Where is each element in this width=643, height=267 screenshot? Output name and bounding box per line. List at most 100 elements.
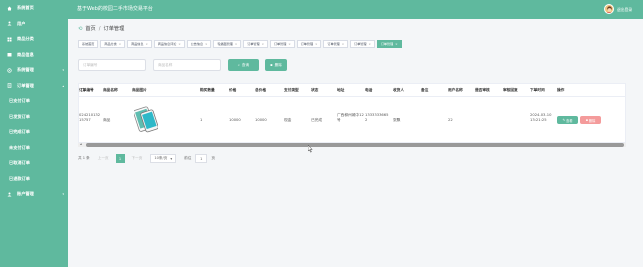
sidebar-item-account[interactable]: 账户管理 ▾ <box>0 187 68 203</box>
sidebar-subitem-label: 已退款订单 <box>9 175 30 181</box>
app-title: 基于Web的校园二手市场交易平台 <box>77 6 153 12</box>
sidebar-subitem-paid[interactable]: 已支付订单 <box>0 94 68 110</box>
close-icon[interactable]: × <box>395 41 397 47</box>
column-header: 状态 <box>311 88 319 92</box>
batch-delete-button[interactable]: ▪ 删除 <box>265 59 287 71</box>
column-header: 支付类型 <box>284 88 299 92</box>
close-icon[interactable]: × <box>342 41 344 47</box>
order-icon <box>6 83 12 89</box>
breadcrumb-home[interactable]: 首页 <box>85 25 95 32</box>
tab-home[interactable]: 系统首页 <box>78 40 99 48</box>
sidebar-item-category[interactable]: 商品分类 <box>0 32 68 48</box>
tab-label: 订单管理 <box>300 42 314 46</box>
page-unit-label: 页 <box>211 156 215 160</box>
page-size-value: 10条/页 <box>154 156 168 160</box>
cell-pay-type: 现金 <box>284 118 292 122</box>
close-icon[interactable]: × <box>205 41 207 47</box>
close-icon[interactable]: × <box>178 41 180 47</box>
prev-page-button[interactable]: 上一页 <box>96 154 111 163</box>
sidebar-item-user[interactable]: 用户 <box>0 16 68 32</box>
sidebar-subitem-unpaid[interactable]: 未支付订单 <box>0 140 68 156</box>
table-header: 订单编号 商品名称 商品图片 购买数量 价格 总价格 支付类型 状态 地址 电话… <box>79 84 625 97</box>
logout-link[interactable]: 退出登录 <box>617 7 632 13</box>
column-header: 电话 <box>365 88 373 92</box>
tab-orders[interactable]: 订单管理 × <box>323 40 349 48</box>
close-icon[interactable]: × <box>288 41 290 47</box>
sidebar-item-goods[interactable]: 商品信息 <box>0 47 68 63</box>
tab-carousel[interactable]: 轮播图管理 × <box>213 40 242 48</box>
close-icon[interactable]: × <box>369 41 371 47</box>
account-icon <box>6 192 12 197</box>
column-header: 下单时间 <box>530 88 545 92</box>
tab-notice[interactable]: 公告信息 × <box>186 40 212 48</box>
tab-label: 订单管理 <box>247 42 260 46</box>
mouse-cursor-icon <box>308 145 313 153</box>
goto-page-input[interactable]: 1 <box>195 154 208 163</box>
view-button[interactable]: ✎ 查看 <box>557 116 578 124</box>
sidebar-subitem-completed[interactable]: 已完成订单 <box>0 125 68 141</box>
sidebar-item-orders[interactable]: 订单管理 ▴ <box>0 78 68 94</box>
close-icon[interactable]: × <box>235 41 237 47</box>
sidebar-subitem-shipped[interactable]: 已发货订单 <box>0 109 68 125</box>
category-icon <box>6 37 12 42</box>
next-page-button[interactable]: 下一页 <box>130 154 145 163</box>
query-button[interactable]: ⌕ 查询 <box>228 59 259 71</box>
tab-orders[interactable]: 订单管理 × <box>243 40 268 48</box>
goods-name-input[interactable]: 商品名称 <box>153 59 221 71</box>
avatar[interactable] <box>604 4 614 14</box>
sidebar-item-label: 用户 <box>17 20 26 26</box>
cell-order-no: 024210132 15757 <box>79 113 101 122</box>
column-header: 地址 <box>337 88 345 92</box>
sidebar-item-label: 系统首页 <box>17 5 34 10</box>
close-icon[interactable]: × <box>119 41 121 47</box>
page-size-select[interactable]: 10条/页 ▾ <box>150 154 177 163</box>
tab-goods[interactable]: 商品信息 × <box>127 40 152 48</box>
cell-qty: 1 <box>200 118 203 122</box>
tab-label: 商品分类 <box>104 42 117 46</box>
pagination: 共 1 条 上一页 1 下一页 10条/页 ▾ 前往 1 页 <box>78 154 215 163</box>
search-bar: 订单编号 商品名称 ⌕ 查询 ▪ 删除 <box>78 59 287 71</box>
sidebar-subitem-cancelled[interactable]: 已取消订单 <box>0 156 68 172</box>
cell-user: 22 <box>448 118 453 122</box>
tab-orders[interactable]: 订单管理 × <box>296 40 322 48</box>
column-header: 操作 <box>557 88 565 92</box>
column-header: 备注 <box>421 88 429 92</box>
tab-orders[interactable]: 订单管理 × <box>269 40 295 48</box>
column-header: 审核回复 <box>503 88 518 92</box>
cell-status: 已完成 <box>311 118 323 122</box>
page-number[interactable]: 1 <box>115 154 125 163</box>
sidebar-item-home[interactable]: 系统首页 <box>0 0 68 16</box>
close-icon[interactable]: × <box>262 41 264 47</box>
column-header: 商品名称 <box>103 88 118 92</box>
total-count: 共 1 条 <box>78 156 90 160</box>
tab-orders-active[interactable]: 订单管理 × <box>376 40 402 48</box>
scroll-left-icon[interactable]: ◂ <box>80 142 82 146</box>
trash-icon: ▪ <box>585 118 588 122</box>
cell-goods-name: 商品 <box>103 118 111 122</box>
close-icon[interactable]: × <box>145 41 147 47</box>
delete-row-label: 删除 <box>588 118 596 123</box>
close-icon[interactable]: × <box>315 41 317 47</box>
user-icon <box>6 21 12 26</box>
tab-label: 系统首页 <box>82 42 95 46</box>
view-icon: ✎ <box>562 118 566 122</box>
delete-icon: ▪ <box>270 63 273 67</box>
sidebar-item-system[interactable]: 系统管理 ▾ <box>0 63 68 79</box>
tab-category[interactable]: 商品分类 × <box>100 40 126 48</box>
tab-comments[interactable]: 商品信息评论 × <box>153 40 185 48</box>
sidebar-subitem-label: 已支付订单 <box>9 98 30 104</box>
query-button-label: 查询 <box>241 62 250 67</box>
tab-bar: 系统首页 商品分类 × 商品信息 × 商品信息评论 × 公告信息 × 轮播图管理 × 订单… <box>78 40 402 48</box>
sidebar-item-label: 商品信息 <box>17 51 34 57</box>
scrollbar-thumb[interactable] <box>86 143 624 147</box>
cell-total: 10000 <box>255 118 267 122</box>
top-header: 基于Web的校园二手市场交易平台 退出登录 <box>68 0 643 19</box>
tab-orders[interactable]: 订单管理 × <box>350 40 375 48</box>
order-number-input[interactable]: 订单编号 <box>78 59 146 71</box>
sidebar-subitem-refunded[interactable]: 已退款订单 <box>0 171 68 187</box>
breadcrumb-separator: / <box>98 25 101 32</box>
delete-button[interactable]: ▪ 删除 <box>580 116 601 124</box>
sidebar: 系统首页 用户 商品分类 商品信息 系统管理 ▾ 订单管理 ▴ 已支付订单 已发… <box>0 0 68 267</box>
breadcrumb-current: 订单管理 <box>103 26 125 32</box>
horizontal-scrollbar[interactable]: ◂ <box>78 142 626 147</box>
